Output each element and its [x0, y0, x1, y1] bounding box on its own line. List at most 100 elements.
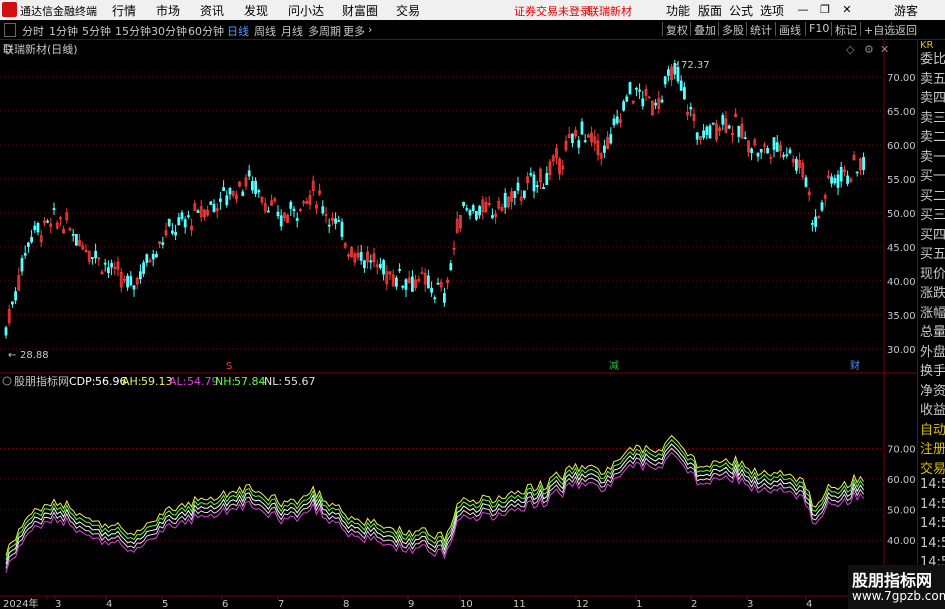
indicator-tick-label: 70.00	[887, 445, 916, 456]
period-60min[interactable]: 60分钟	[188, 23, 224, 39]
right-panel-item[interactable]: 自动	[920, 419, 945, 438]
period-5min[interactable]: 5分钟	[82, 23, 111, 39]
chart-settings-icon[interactable]: ⚙	[64, 43, 74, 56]
restore-icon[interactable]: ❐	[818, 3, 832, 16]
right-panel-item: 卖三	[920, 110, 945, 126]
right-panel-item: 净资	[920, 383, 945, 399]
tool-tongji[interactable]: 统计	[746, 22, 772, 37]
event-marker-cai[interactable]: 财	[850, 359, 860, 372]
right-panel-item: 外盘	[920, 344, 945, 360]
menu-jiaoyi[interactable]: 交易	[396, 2, 420, 19]
right-panel-item: 卖四	[920, 91, 945, 106]
indicator-nh-label: NH:	[215, 375, 235, 388]
date-tick-label: 2	[691, 599, 697, 609]
period-weekly[interactable]: 周线	[254, 23, 276, 39]
high-price-arrow-icon: ↙	[672, 60, 680, 71]
menu-wenxiaoda[interactable]: 问小达	[288, 2, 324, 19]
indicator-ah-label: AH:	[122, 375, 142, 388]
indicator-nl-label: NL:	[264, 375, 282, 388]
quote-side-panel: KR 委比 卖五 卖四 卖三 卖二 卖一 买一 买二 买三 买四 买五 现价 涨跌 涨幅 总量 外盘 换手 净资 收益…	[917, 40, 945, 609]
candlestick-series	[4, 59, 865, 339]
tool-zixuan[interactable]: +自选	[860, 22, 895, 37]
chart-gear-icon[interactable]: ⚙	[864, 43, 874, 56]
watermark-logo: 股朋指标网 www.7gpzb.com	[848, 565, 945, 609]
trade-login-notice[interactable]: 证券交易未登录	[514, 3, 591, 19]
right-panel-item: 卖五	[920, 71, 945, 87]
period-30min[interactable]: 30分钟	[151, 23, 187, 39]
date-tick-label: 3	[55, 599, 61, 609]
date-tick-label: 4	[806, 599, 812, 609]
price-tick-label: 60.00	[887, 141, 916, 152]
menu-hangqing[interactable]: 行情	[112, 2, 136, 19]
minimize-icon[interactable]: —	[796, 3, 810, 16]
indicator-tick-label: 50.00	[887, 506, 916, 517]
high-price-label: 72.37	[681, 60, 710, 71]
chart-close-icon[interactable]: ✕	[880, 43, 889, 56]
tool-duogu[interactable]: 多股	[718, 22, 744, 37]
period-monthly[interactable]: 月线	[281, 23, 303, 39]
right-panel-item: 买三	[920, 208, 945, 223]
date-tick-label: 8	[343, 599, 349, 609]
menu-shichang[interactable]: 市场	[156, 2, 180, 19]
right-panel-item[interactable]: 注册	[920, 438, 945, 457]
chevron-right-icon[interactable]: ›	[368, 23, 372, 36]
menu-faxian[interactable]: 发现	[244, 2, 268, 19]
app-logo-icon	[2, 2, 17, 17]
right-panel-item: 总量	[920, 325, 945, 340]
indicator-menu-icon[interactable]	[2, 376, 12, 386]
menu-xuanxiang[interactable]: 选项	[760, 2, 784, 19]
menu-gongneng[interactable]: 功能	[666, 2, 690, 19]
menu-caifuquan[interactable]: 财富圈	[342, 2, 378, 19]
tool-fuquan[interactable]: 复权	[662, 22, 688, 37]
period-toolbar: 分时 1分钟 5分钟 15分钟 30分钟 60分钟 日线 周线 月线 多周期 更…	[0, 20, 945, 40]
period-more[interactable]: 更多	[343, 23, 365, 39]
right-panel-item: 买二	[920, 188, 945, 204]
price-tick-label: 40.00	[887, 277, 916, 288]
period-15min[interactable]: 15分钟	[115, 23, 151, 39]
indicator-al-value: 54.79	[187, 375, 219, 388]
right-panel-item[interactable]: 交易	[920, 458, 945, 477]
price-tick-label: 70.00	[887, 73, 916, 84]
low-price-arrow-icon: ←	[8, 350, 16, 361]
app-title: 通达信金融终端	[20, 5, 97, 18]
menu-zixun[interactable]: 资讯	[200, 2, 224, 19]
date-tick-label: 4	[106, 599, 112, 609]
indicator-cdp-label: CDP:	[69, 375, 96, 388]
tool-huaxian[interactable]: 画线	[775, 22, 801, 37]
tool-biaoji[interactable]: 标记	[831, 22, 857, 37]
right-panel-item: 收益	[920, 403, 945, 418]
price-tick-label: 65.00	[887, 107, 916, 118]
period-fenshi[interactable]: 分时	[22, 23, 44, 39]
user-label[interactable]: 游客	[894, 2, 918, 19]
chart-dropdown-icon[interactable]: ◇	[846, 43, 855, 56]
right-panel-item: 现价	[920, 266, 945, 282]
period-1min[interactable]: 1分钟	[49, 23, 78, 39]
period-daily[interactable]: 日线	[227, 23, 249, 39]
date-tick-label: 5	[162, 599, 168, 609]
price-tick-label: 55.00	[887, 175, 916, 186]
date-tick-label: 11	[513, 599, 526, 609]
kline-chart-area[interactable]: 70.00 65.00 60.00 55.00 50.00 45.00 40.00 35.00…	[0, 40, 917, 609]
date-tick-label: 12	[576, 599, 589, 609]
menu-banmian[interactable]: 版面	[698, 2, 722, 19]
watermark-title: 股朋指标网	[852, 571, 933, 590]
tool-f10[interactable]: F10	[805, 22, 829, 36]
indicator-ah-value: 59.13	[141, 375, 173, 388]
tool-fanhui[interactable]: 返回	[891, 22, 917, 37]
date-tick-label: 7	[278, 599, 284, 609]
indicator-al-label: AL:	[169, 375, 186, 388]
period-multi[interactable]: 多周期	[308, 23, 341, 39]
event-marker-s[interactable]: S	[226, 361, 232, 372]
indicator-name: 股朋指标网	[14, 374, 69, 388]
indicator-tick-label: 60.00	[887, 475, 916, 486]
watermark-url: www.7gpzb.com	[852, 589, 945, 603]
tool-diejia[interactable]: 叠加	[690, 22, 716, 37]
right-panel-item: 14:56	[920, 516, 945, 531]
close-icon[interactable]: ✕	[840, 3, 854, 16]
collapse-arrow-icon[interactable]	[4, 23, 16, 37]
menu-bar: 通达信金融终端 行情 市场 资讯 发现 问小达 财富圈 交易 证券交易未登录 联…	[0, 0, 945, 20]
right-panel-item: 买五	[920, 247, 945, 262]
right-panel-item: 委比	[920, 52, 945, 67]
event-marker-jian[interactable]: 减	[609, 360, 619, 372]
menu-gongshi[interactable]: 公式	[729, 2, 753, 19]
